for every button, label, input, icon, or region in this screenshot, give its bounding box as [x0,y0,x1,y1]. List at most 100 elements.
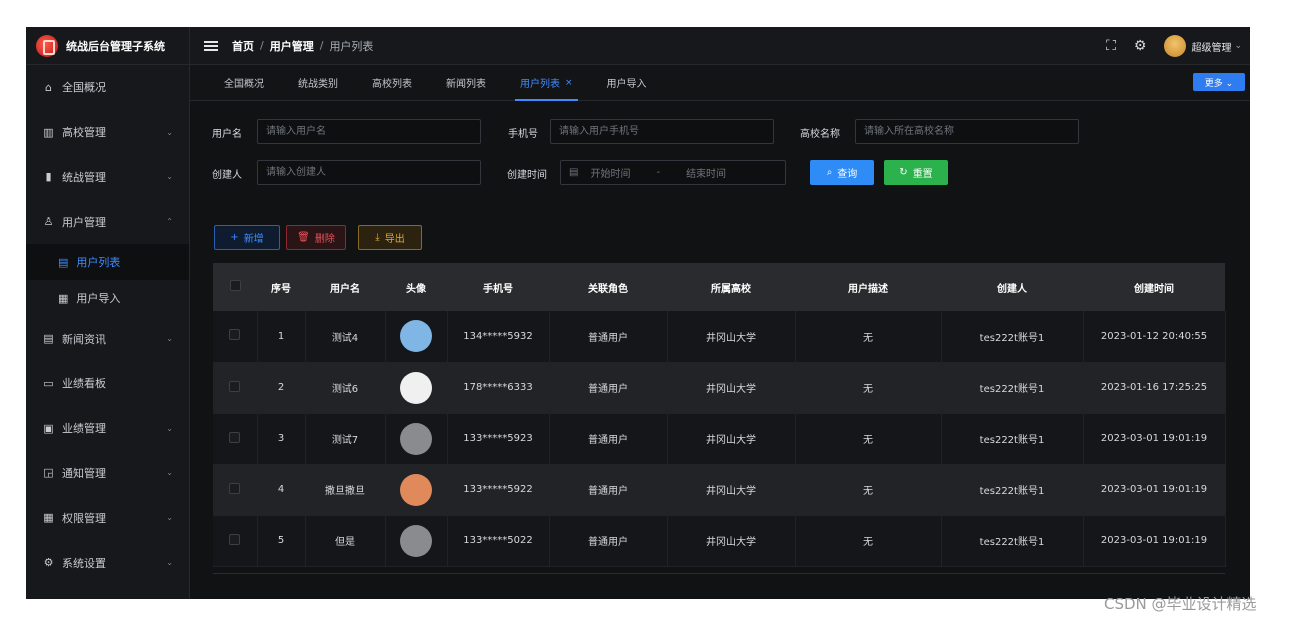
user-dropdown-chevron-icon[interactable]: ⌄ [1234,41,1242,51]
chevron-icon[interactable]: ⌄ [166,468,173,477]
top-header: 首页 / 用户管理 / 用户列表 ⛶ ⚙ 超级管理 ⌄ [190,27,1250,65]
column-header: 用户名 [305,263,385,311]
avatar-image[interactable] [400,371,432,404]
school-input[interactable] [855,119,1079,144]
username-input[interactable] [257,119,481,144]
breadcrumb-user-management[interactable]: 用户管理 [270,38,314,54]
sidebar-item-united-front-management[interactable]: ▮ 统战管理 ⌄ [26,155,189,200]
tab-category[interactable]: 统战类别 [281,65,355,101]
table-row[interactable]: 2 测试6 178*****6333 普通用户 井冈山大学无 tes222t账号1 2023… [213,362,1226,414]
sidebar-item-label: 统战管理 [62,170,106,184]
cell-phone: 133*****5922 [447,464,550,516]
sidebar-item-permission-management[interactable]: ▦ 权限管理 ⌄ [26,495,189,540]
checkbox[interactable] [229,329,241,341]
select-all-checkbox[interactable] [213,263,257,311]
user-name[interactable]: 超级管理 [1191,39,1231,54]
chevron-icon[interactable]: ⌃ [166,217,173,226]
checkbox[interactable] [229,482,241,494]
more-tabs-button[interactable]: 更多 ⌄ [1193,73,1245,91]
table-row[interactable]: 3 测试7 133*****5923 普通用户 井冈山大学无 tes222t账号1 2023… [213,413,1226,465]
checkbox[interactable] [229,431,241,443]
sidebar-item-news[interactable]: ▤ 新闻资讯 ⌄ [26,316,189,361]
avatar-image[interactable] [400,473,432,506]
tab-overview[interactable]: 全国概况 [190,65,281,101]
hamburger-menu-icon[interactable] [204,40,218,51]
column-header: 手机号 [447,263,549,311]
cell-name: 撒旦撒旦 [305,464,386,516]
tab-label: 用户列表 [520,79,560,90]
checkbox[interactable] [229,280,241,291]
tab-user-import[interactable]: 用户导入 [590,65,664,101]
cell-desc: 无 [795,464,942,516]
row-checkbox-cell[interactable] [213,311,258,363]
start-time-placeholder[interactable]: 开始时间 [590,165,630,180]
sidebar-item-performance-board[interactable]: ▭ 业绩看板 [26,361,189,406]
chevron-icon[interactable]: ⌄ [166,128,173,137]
plus-icon: + [230,232,239,243]
cell-name: 但是 [305,515,386,567]
sidebar-item-user-management[interactable]: ♙ 用户管理 ⌃ [26,199,189,244]
settings-gear-icon[interactable]: ⚙ [1134,38,1147,54]
gear-icon: ⚙ [43,556,54,570]
tab-news-list[interactable]: 新闻列表 [429,65,503,101]
export-button[interactable]: ⤓ 导出 [358,225,422,250]
breadcrumb-home[interactable]: 首页 [232,38,254,54]
tab-close-icon[interactable]: × [565,78,573,88]
table-row[interactable]: 4 撒旦撒旦 133*****5922 普通用户 井冈山大学无 tes222t账号1 202… [213,464,1226,516]
creator-input[interactable] [257,160,481,185]
sidebar-item-notification-management[interactable]: ◲ 通知管理 ⌄ [26,451,189,496]
sidebar-item-system-settings[interactable]: ⚙ 系统设置 ⌄ [26,540,189,585]
row-checkbox-cell[interactable] [213,464,258,516]
avatar-image[interactable] [400,320,432,353]
avatar-image[interactable] [400,524,432,557]
chevron-icon[interactable]: ⌄ [166,172,173,181]
sidebar-item-overview[interactable]: ⌂ 全国概况 [26,65,189,110]
date-range-picker[interactable]: ▤ 开始时间 - 结束时间 [560,160,786,185]
end-time-placeholder[interactable]: 结束时间 [686,165,726,180]
tab-school-list[interactable]: 高校列表 [355,65,429,101]
sidebar-subitem-user-list[interactable]: ▤ 用户列表 [26,244,189,281]
cell-time: 2023-01-12 20:40:55 [1083,311,1226,363]
cell-desc: 无 [795,515,942,567]
cell-phone: 133*****5923 [447,413,550,465]
avatar-cell [385,515,448,567]
column-header: 用户描述 [795,263,941,311]
phone-input[interactable] [550,119,774,144]
row-checkbox-cell[interactable] [213,413,258,465]
chevron-icon[interactable]: ⌄ [166,558,173,567]
checkbox[interactable] [229,533,241,545]
cell-desc: 无 [795,311,942,363]
sidebar-item-school-management[interactable]: ▥ 高校管理 ⌄ [26,110,189,155]
avatar-cell [385,362,448,414]
news-icon: ▤ [43,332,54,346]
add-button[interactable]: + 新增 [214,225,280,250]
cell-creator: tes222t账号1 [941,311,1084,363]
reset-button[interactable]: ↻ 重置 [884,160,948,185]
chevron-icon[interactable]: ⌄ [166,334,173,343]
avatar-cell [385,413,448,465]
sidebar-item-label: 高校管理 [62,126,106,140]
sidebar-subitem-label: 用户导入 [76,292,121,306]
table-row[interactable]: 5 但是 133*****5022 普通用户 井冈山大学无 tes222t账号1 2023-… [213,515,1226,567]
refresh-icon: ↻ [899,167,908,178]
table-divider [213,573,1225,574]
sidebar-subitem-user-import[interactable]: ▦ 用户导入 [26,280,189,316]
avatar-image[interactable] [400,422,432,455]
logo[interactable]: 统战后台管理子系统 [26,27,189,65]
search-button[interactable]: ⌕ 查询 [810,160,874,185]
chevron-icon[interactable]: ⌄ [166,424,173,433]
sidebar-item-label: 权限管理 [62,511,106,525]
table-row[interactable]: 1 测试4 134*****5932 普通用户 井冈山大学无 tes222t账号1 2023… [213,311,1226,363]
delete-button[interactable]: 🗑 删除 [286,225,346,250]
sidebar-item-performance-management[interactable]: ▣ 业绩管理 ⌄ [26,406,189,451]
breadcrumb-separator: / [260,39,264,52]
checkbox[interactable] [229,380,241,392]
column-header: 序号 [257,263,305,311]
row-checkbox-cell[interactable] [213,515,258,567]
user-avatar[interactable] [1164,35,1187,57]
chevron-icon[interactable]: ⌄ [166,513,173,522]
fullscreen-icon[interactable]: ⛶ [1106,38,1116,54]
tab-user-list[interactable]: 用户列表 × [503,65,590,101]
table-body: 1 测试4 134*****5932 普通用户 井冈山大学无 tes222t账号1 2023… [213,311,1226,567]
row-checkbox-cell[interactable] [213,362,258,414]
